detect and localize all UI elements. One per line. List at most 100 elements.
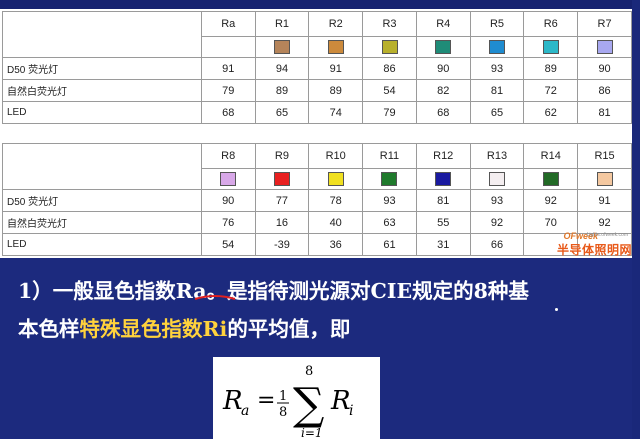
header-r9: R9 (254, 143, 310, 169)
header-r5: R5 (469, 11, 525, 37)
header-r6: R6 (523, 11, 579, 37)
table-cell: 78 (308, 189, 364, 212)
swatch-r2 (327, 40, 344, 54)
table-cell: 72 (523, 79, 579, 102)
header-r7: R7 (577, 11, 632, 37)
swatch-r13 (488, 172, 505, 186)
table-cell: 90 (200, 189, 256, 212)
watermark: OFweek Lights.ofweek.com 半导体照明网 (516, 231, 632, 261)
table-cell: 31 (415, 233, 471, 256)
header-r1: R1 (254, 11, 310, 37)
header-blank (2, 11, 202, 58)
table-cell: 79 (362, 101, 417, 124)
table-cell: 91 (200, 57, 256, 80)
header-r14: R14 (523, 143, 579, 169)
table-cell: 65 (469, 101, 525, 124)
swatch-r12 (435, 172, 452, 186)
red-underline-mark (194, 295, 236, 300)
table-cell: 90 (577, 57, 632, 80)
table-cell: 90 (415, 57, 471, 80)
header-r15: R15 (577, 143, 632, 169)
formula-sum-upper: 8 (305, 364, 313, 379)
header-r10: R10 (308, 143, 364, 169)
table-cell: 93 (469, 189, 525, 212)
top-strip (0, 0, 640, 9)
table-cell: 89 (523, 57, 579, 80)
swatch-r1 (274, 40, 290, 54)
swatch-r5 (489, 40, 505, 54)
table-cell: 86 (577, 79, 632, 102)
table-cell: 81 (469, 79, 525, 102)
table-cell: 91 (577, 189, 632, 212)
ri-term-highlight: 特殊显色指数Ri (79, 317, 228, 341)
row-label: 自然白荧光灯 (2, 79, 202, 102)
swatch-r7 (596, 40, 613, 54)
formula-numerator: 1 (279, 389, 287, 404)
header-r11: R11 (362, 143, 417, 169)
header-r4: R4 (415, 11, 471, 37)
swatch-r6 (542, 40, 559, 54)
table-cell: 89 (308, 79, 364, 102)
table-cell: 86 (362, 57, 417, 80)
formula-lhs-sub: a (241, 403, 249, 419)
formula-rhs: R (330, 386, 351, 416)
table-cell: 89 (254, 79, 310, 102)
swatch-r14 (542, 172, 559, 186)
table-cell: 68 (415, 101, 471, 124)
watermark-url: Lights.ofweek.com (586, 232, 628, 238)
table-cell: 54 (362, 79, 417, 102)
line1-prefix: 1）一般显色指数 (18, 279, 176, 303)
cri-table-ra-r7: Ra R1 R2 R3 R4 R5 R6 R7 D50 荧光灯 91 94 91… (2, 11, 632, 124)
table-cell: 63 (362, 211, 417, 234)
table-row: LED 68 65 74 79 68 65 62 81 (2, 101, 632, 124)
cri-tables-panel: Ra R1 R2 R3 R4 R5 R6 R7 D50 荧光灯 91 94 91… (0, 9, 632, 258)
line2-prefix: 本色样 (18, 317, 80, 341)
swatch-r3 (381, 40, 398, 54)
table-cell: 68 (200, 101, 256, 124)
row-label: D50 荧光灯 (2, 189, 202, 212)
table-cell: 74 (308, 101, 364, 124)
paragraph-line-2: 本色样特殊显色指数Ri的平均值，即 (18, 310, 618, 348)
table-row: D50 荧光灯 90 77 78 93 81 93 92 91 (2, 189, 632, 212)
header-ra: Ra (200, 11, 256, 37)
formula-svg: R a = 1 8 8 ∑ i=1 R i (222, 364, 353, 439)
ra-formula: R a = 1 8 8 ∑ i=1 R i (213, 357, 380, 439)
row-label: D50 荧光灯 (2, 57, 202, 80)
table-cell: 76 (200, 211, 256, 234)
formula-denominator: 8 (279, 405, 287, 420)
line2-suffix: 的平均值，即 (227, 317, 351, 341)
table-cell: 92 (523, 189, 579, 212)
table-cell: 94 (254, 57, 310, 80)
header-r8: R8 (200, 143, 256, 169)
swatch-ra-empty (200, 36, 256, 58)
swatch-r4 (435, 40, 452, 54)
formula-sum-lower: i=1 (301, 426, 323, 439)
table-row: D50 荧光灯 91 94 91 86 90 93 89 90 (2, 57, 632, 80)
table-cell: 91 (308, 57, 364, 80)
swatch-r9 (273, 172, 290, 186)
definition-paragraph: 1）一般显色指数Ra。是指待测光源对CIE规定的8种基 本色样特殊显色指数Ri的… (18, 272, 618, 348)
cursor-dot (555, 308, 558, 311)
header-r12: R12 (415, 143, 471, 169)
row-label: LED (2, 233, 202, 256)
table-cell: 65 (254, 101, 310, 124)
table-cell: 54 (200, 233, 256, 256)
swatch-r11 (381, 172, 398, 186)
swatch-r10 (327, 172, 344, 186)
table-cell: 93 (362, 189, 417, 212)
table-cell: 82 (415, 79, 471, 102)
paragraph-line-1: 1）一般显色指数Ra。是指待测光源对CIE规定的8种基 (18, 272, 618, 310)
table-cell: 81 (577, 101, 632, 124)
table-cell: 16 (254, 211, 310, 234)
formula-lhs: R (222, 386, 243, 416)
swatch-r8 (220, 172, 237, 186)
header-blank (2, 143, 202, 190)
header-r13: R13 (469, 143, 525, 169)
formula-rhs-sub: i (349, 403, 353, 419)
right-edge (632, 0, 640, 439)
row-label: LED (2, 101, 202, 124)
table-row: 自然白荧光灯 79 89 89 54 82 81 72 86 (2, 79, 632, 102)
sigma-icon: ∑ (293, 379, 324, 430)
table-cell: 55 (415, 211, 471, 234)
line1-suffix: 。是指待测光源对CIE规定的8种基 (206, 279, 529, 303)
